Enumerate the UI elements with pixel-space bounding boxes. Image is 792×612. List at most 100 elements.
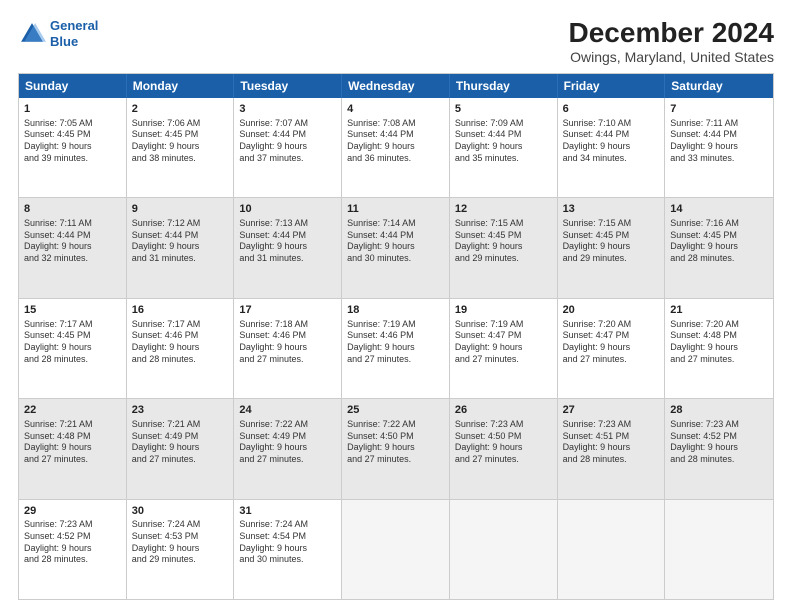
day-number: 29 <box>24 504 121 519</box>
daylight-hours: Daylight: 9 hours <box>563 442 660 454</box>
sunset-text: Sunset: 4:46 PM <box>239 330 336 342</box>
daylight-minutes: and 28 minutes. <box>24 554 121 566</box>
daylight-hours: Daylight: 9 hours <box>563 342 660 354</box>
day-number: 9 <box>132 202 229 217</box>
title-block: December 2024 Owings, Maryland, United S… <box>569 18 774 65</box>
day-number: 12 <box>455 202 552 217</box>
daylight-hours: Daylight: 9 hours <box>239 241 336 253</box>
daylight-minutes: and 28 minutes. <box>670 253 768 265</box>
daylight-hours: Daylight: 9 hours <box>239 442 336 454</box>
daylight-hours: Daylight: 9 hours <box>563 241 660 253</box>
day-number: 8 <box>24 202 121 217</box>
day-number: 27 <box>563 403 660 418</box>
sunset-text: Sunset: 4:44 PM <box>455 129 552 141</box>
daylight-minutes: and 27 minutes. <box>347 354 444 366</box>
daylight-minutes: and 33 minutes. <box>670 153 768 165</box>
daylight-minutes: and 29 minutes. <box>132 554 229 566</box>
calendar-cell: 21 Sunrise: 7:20 AM Sunset: 4:48 PM Dayl… <box>665 299 773 398</box>
logo-general: General <box>50 18 98 33</box>
sunrise-text: Sunrise: 7:18 AM <box>239 319 336 331</box>
sunset-text: Sunset: 4:45 PM <box>132 129 229 141</box>
calendar-cell: 8 Sunrise: 7:11 AM Sunset: 4:44 PM Dayli… <box>19 198 127 297</box>
daylight-hours: Daylight: 9 hours <box>670 141 768 153</box>
sunrise-text: Sunrise: 7:20 AM <box>670 319 768 331</box>
sunset-text: Sunset: 4:48 PM <box>670 330 768 342</box>
day-number: 16 <box>132 303 229 318</box>
sunrise-text: Sunrise: 7:12 AM <box>132 218 229 230</box>
daylight-hours: Daylight: 9 hours <box>670 442 768 454</box>
daylight-minutes: and 27 minutes. <box>455 354 552 366</box>
calendar-day-header: Monday <box>127 74 235 98</box>
day-number: 1 <box>24 102 121 117</box>
daylight-minutes: and 30 minutes. <box>239 554 336 566</box>
sunset-text: Sunset: 4:47 PM <box>455 330 552 342</box>
sunset-text: Sunset: 4:45 PM <box>455 230 552 242</box>
day-number: 22 <box>24 403 121 418</box>
day-number: 15 <box>24 303 121 318</box>
daylight-minutes: and 35 minutes. <box>455 153 552 165</box>
daylight-hours: Daylight: 9 hours <box>132 141 229 153</box>
logo-blue: Blue <box>50 34 78 49</box>
daylight-minutes: and 29 minutes. <box>563 253 660 265</box>
day-number: 11 <box>347 202 444 217</box>
daylight-hours: Daylight: 9 hours <box>132 342 229 354</box>
day-number: 13 <box>563 202 660 217</box>
daylight-minutes: and 27 minutes. <box>455 454 552 466</box>
day-number: 18 <box>347 303 444 318</box>
calendar-cell: 7 Sunrise: 7:11 AM Sunset: 4:44 PM Dayli… <box>665 98 773 197</box>
daylight-minutes: and 27 minutes. <box>24 454 121 466</box>
calendar-cell <box>342 500 450 599</box>
sunset-text: Sunset: 4:44 PM <box>347 230 444 242</box>
calendar-day-header: Saturday <box>665 74 773 98</box>
sunset-text: Sunset: 4:49 PM <box>239 431 336 443</box>
day-number: 30 <box>132 504 229 519</box>
daylight-minutes: and 28 minutes. <box>670 454 768 466</box>
sunset-text: Sunset: 4:54 PM <box>239 531 336 543</box>
sunrise-text: Sunrise: 7:10 AM <box>563 118 660 130</box>
daylight-hours: Daylight: 9 hours <box>132 543 229 555</box>
day-number: 5 <box>455 102 552 117</box>
sunset-text: Sunset: 4:52 PM <box>670 431 768 443</box>
calendar-cell: 14 Sunrise: 7:16 AM Sunset: 4:45 PM Dayl… <box>665 198 773 297</box>
day-number: 20 <box>563 303 660 318</box>
day-number: 2 <box>132 102 229 117</box>
logo-icon <box>18 20 46 48</box>
sunrise-text: Sunrise: 7:23 AM <box>563 419 660 431</box>
calendar-cell: 19 Sunrise: 7:19 AM Sunset: 4:47 PM Dayl… <box>450 299 558 398</box>
sunrise-text: Sunrise: 7:23 AM <box>670 419 768 431</box>
daylight-hours: Daylight: 9 hours <box>455 241 552 253</box>
logo-text: General Blue <box>50 18 98 49</box>
daylight-minutes: and 27 minutes. <box>347 454 444 466</box>
daylight-minutes: and 27 minutes. <box>239 454 336 466</box>
day-number: 3 <box>239 102 336 117</box>
sunrise-text: Sunrise: 7:19 AM <box>455 319 552 331</box>
calendar-cell: 17 Sunrise: 7:18 AM Sunset: 4:46 PM Dayl… <box>234 299 342 398</box>
daylight-minutes: and 29 minutes. <box>455 253 552 265</box>
calendar-cell: 13 Sunrise: 7:15 AM Sunset: 4:45 PM Dayl… <box>558 198 666 297</box>
calendar-day-header: Wednesday <box>342 74 450 98</box>
daylight-hours: Daylight: 9 hours <box>239 543 336 555</box>
daylight-hours: Daylight: 9 hours <box>239 141 336 153</box>
daylight-hours: Daylight: 9 hours <box>24 442 121 454</box>
calendar-cell: 24 Sunrise: 7:22 AM Sunset: 4:49 PM Dayl… <box>234 399 342 498</box>
sunset-text: Sunset: 4:45 PM <box>563 230 660 242</box>
daylight-hours: Daylight: 9 hours <box>455 342 552 354</box>
sunset-text: Sunset: 4:47 PM <box>563 330 660 342</box>
daylight-hours: Daylight: 9 hours <box>24 543 121 555</box>
calendar-cell: 31 Sunrise: 7:24 AM Sunset: 4:54 PM Dayl… <box>234 500 342 599</box>
daylight-minutes: and 34 minutes. <box>563 153 660 165</box>
calendar-week: 8 Sunrise: 7:11 AM Sunset: 4:44 PM Dayli… <box>19 198 773 298</box>
daylight-minutes: and 27 minutes. <box>132 454 229 466</box>
sunrise-text: Sunrise: 7:23 AM <box>455 419 552 431</box>
day-number: 6 <box>563 102 660 117</box>
calendar-cell: 10 Sunrise: 7:13 AM Sunset: 4:44 PM Dayl… <box>234 198 342 297</box>
calendar-week: 15 Sunrise: 7:17 AM Sunset: 4:45 PM Dayl… <box>19 299 773 399</box>
daylight-hours: Daylight: 9 hours <box>670 241 768 253</box>
calendar-cell: 29 Sunrise: 7:23 AM Sunset: 4:52 PM Dayl… <box>19 500 127 599</box>
sunset-text: Sunset: 4:45 PM <box>670 230 768 242</box>
sunrise-text: Sunrise: 7:07 AM <box>239 118 336 130</box>
sunset-text: Sunset: 4:44 PM <box>563 129 660 141</box>
calendar-cell: 9 Sunrise: 7:12 AM Sunset: 4:44 PM Dayli… <box>127 198 235 297</box>
calendar-cell <box>450 500 558 599</box>
daylight-hours: Daylight: 9 hours <box>347 241 444 253</box>
